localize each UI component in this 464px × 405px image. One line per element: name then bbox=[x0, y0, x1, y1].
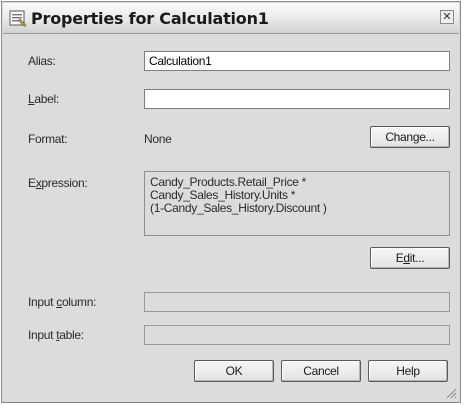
edit-button[interactable]: Edit... bbox=[370, 247, 450, 269]
label-input[interactable] bbox=[144, 89, 450, 109]
properties-icon bbox=[9, 10, 27, 27]
format-label: Format: bbox=[28, 132, 68, 146]
title-bar[interactable]: Properties for Calculation1 ✕ bbox=[3, 3, 459, 34]
label-label: Label: bbox=[28, 92, 59, 106]
resize-grip-icon[interactable] bbox=[445, 387, 457, 399]
dialog-title: Properties for Calculation1 bbox=[31, 9, 269, 28]
close-icon[interactable]: ✕ bbox=[440, 10, 454, 24]
change-button[interactable]: Change... bbox=[370, 126, 450, 148]
help-button[interactable]: Help bbox=[368, 360, 448, 382]
expression-textbox[interactable]: Candy_Products.Retail_Price * Candy_Sale… bbox=[144, 171, 450, 236]
format-value: None bbox=[144, 132, 172, 146]
alias-label: Alias: bbox=[28, 54, 56, 68]
input-table-field bbox=[144, 325, 450, 345]
input-column-label: Input column: bbox=[28, 295, 97, 309]
alias-input[interactable]: Calculation1 bbox=[144, 51, 450, 71]
expression-label: Expression: bbox=[28, 176, 88, 190]
input-table-label: Input table: bbox=[28, 328, 84, 342]
properties-dialog: Properties for Calculation1 ✕ Alias: Cal… bbox=[1, 1, 461, 403]
ok-button[interactable]: OK bbox=[194, 360, 274, 382]
input-column-field bbox=[144, 292, 450, 312]
cancel-button[interactable]: Cancel bbox=[281, 360, 361, 382]
